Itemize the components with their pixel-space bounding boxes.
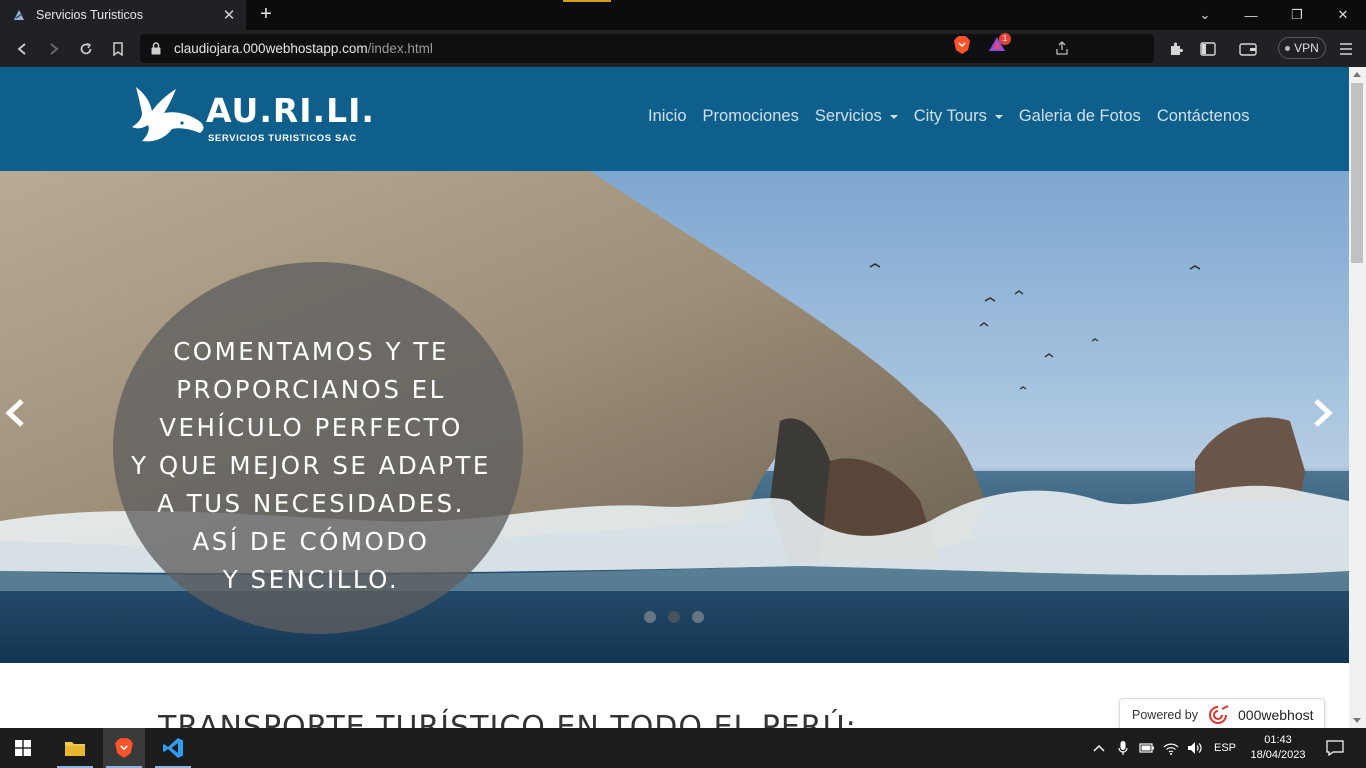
carousel-next-button[interactable] xyxy=(1308,393,1338,433)
nav-inicio[interactable]: Inicio xyxy=(640,107,695,126)
nav-label: Promociones xyxy=(702,107,799,125)
section-heading: TRANSPORTE TURÍSTICO EN TODO EL PERÚ: xyxy=(158,710,857,728)
start-button[interactable] xyxy=(2,728,44,768)
caption-line: ASÍ DE CÓMODO xyxy=(192,527,430,556)
system-clock[interactable]: 01:43 18/04/2023 xyxy=(1243,733,1313,763)
site-header: AU.RI.LI. SERVICIOS TURISTICOS SAC Inici… xyxy=(0,67,1349,171)
microphone-icon[interactable] xyxy=(1111,728,1135,768)
brave-browser-icon xyxy=(115,738,133,758)
wallet-icon[interactable] xyxy=(1236,37,1260,61)
powered-by-label: Powered by xyxy=(1132,708,1199,722)
close-window-button[interactable]: ✕ xyxy=(1320,0,1366,30)
nav-galeria-de-fotos[interactable]: Galeria de Fotos xyxy=(1011,107,1149,126)
url-text: claudiojara.000webhostapp.com/index.html xyxy=(174,41,433,56)
logo-wordmark: AU.RI.LI. xyxy=(206,91,375,130)
battery-icon[interactable] xyxy=(1135,728,1159,768)
chevron-left-icon xyxy=(5,399,24,427)
extensions-icon[interactable] xyxy=(1164,37,1188,61)
tab-close-icon[interactable]: ✕ xyxy=(220,6,238,24)
scroll-up-icon[interactable] xyxy=(1353,72,1361,77)
taskbar-file-explorer[interactable] xyxy=(54,728,96,768)
page-viewport: AU.RI.LI. SERVICIOS TURISTICOS SAC Inici… xyxy=(0,67,1349,728)
show-hidden-icons-icon[interactable] xyxy=(1087,728,1111,768)
browser-tab-strip: Servicios Turisticos ✕ + ⌄ — ❐ ✕ xyxy=(0,0,1366,30)
carousel-indicators xyxy=(644,611,704,623)
carousel-indicator[interactable] xyxy=(644,611,656,623)
nav-label: City Tours xyxy=(913,107,987,125)
nav-contactenos[interactable]: Contáctenos xyxy=(1149,107,1258,126)
nav-label: Contáctenos xyxy=(1156,107,1250,125)
page-scrollbar[interactable] xyxy=(1349,67,1366,728)
powered-by-brand: 000webhost xyxy=(1238,707,1314,723)
brave-shields-icon[interactable] xyxy=(953,35,971,60)
nav-city-tours[interactable]: City Tours xyxy=(906,107,1011,126)
rewards-badge: 1 xyxy=(999,33,1011,45)
caption-line: COMENTAMOS Y TE xyxy=(173,337,449,366)
volume-icon[interactable] xyxy=(1183,728,1207,768)
menu-icon[interactable] xyxy=(1334,37,1358,61)
hero-caption: COMENTAMOS Y TE PROPORCIANOS EL VEHÍCULO… xyxy=(113,333,509,599)
back-icon[interactable] xyxy=(10,37,34,61)
taskbar-vscode[interactable] xyxy=(152,728,194,768)
scroll-down-icon[interactable] xyxy=(1353,718,1361,723)
reload-icon[interactable] xyxy=(74,37,98,61)
000webhost-logo-icon xyxy=(1209,705,1229,724)
site-favicon-icon xyxy=(12,8,26,22)
browser-tab[interactable]: Servicios Turisticos ✕ xyxy=(0,0,246,30)
nav-servicios[interactable]: Servicios xyxy=(807,107,906,126)
caption-line: PROPORCIANOS EL xyxy=(176,375,446,404)
sidebar-icon[interactable] xyxy=(1196,37,1220,61)
caption-line: Y QUE MEJOR SE ADAPTE xyxy=(131,451,491,480)
clock-date: 18/04/2023 xyxy=(1250,749,1306,761)
bookmark-icon[interactable] xyxy=(106,37,130,61)
tab-search-icon[interactable]: ⌄ xyxy=(1182,0,1228,30)
caption-line: Y SENCILLO. xyxy=(222,565,400,594)
taskbar-brave[interactable] xyxy=(103,728,145,768)
nav-promociones[interactable]: Promociones xyxy=(695,107,807,126)
pelican-logo-icon xyxy=(132,87,204,142)
lock-icon xyxy=(150,42,162,60)
wifi-icon[interactable] xyxy=(1159,728,1183,768)
url-path: /index.html xyxy=(367,41,433,56)
caret-down-icon xyxy=(889,114,898,119)
main-navigation: Inicio Promociones Servicios City Tours … xyxy=(640,107,1257,126)
restore-button[interactable]: ❐ xyxy=(1274,0,1320,30)
browser-toolbar: claudiojara.000webhostapp.com/index.html… xyxy=(0,30,1366,67)
vpn-label: VPN xyxy=(1294,41,1319,55)
chevron-right-icon xyxy=(1314,399,1333,427)
system-tray: ESP 01:43 18/04/2023 xyxy=(1087,728,1357,768)
carousel-indicator[interactable] xyxy=(692,611,704,623)
tab-indicator xyxy=(563,0,611,2)
windows-taskbar: ESP 01:43 18/04/2023 xyxy=(0,728,1366,768)
nav-label: Servicios xyxy=(814,107,882,125)
share-icon[interactable] xyxy=(1054,40,1070,61)
site-logo[interactable]: AU.RI.LI. SERVICIOS TURISTICOS SAC xyxy=(130,83,374,145)
hero-carousel: COMENTAMOS Y TE PROPORCIANOS EL VEHÍCULO… xyxy=(0,171,1349,663)
input-language-indicator[interactable]: ESP xyxy=(1207,742,1243,754)
new-tab-button[interactable]: + xyxy=(255,4,277,26)
vscode-icon xyxy=(163,738,183,758)
minimize-button[interactable]: — xyxy=(1228,0,1274,30)
clock-time: 01:43 xyxy=(1264,734,1292,746)
nav-label: Galeria de Fotos xyxy=(1018,107,1141,125)
tab-title: Servicios Turisticos xyxy=(36,8,143,22)
url-host: claudiojara.000webhostapp.com xyxy=(174,41,368,56)
logo-tagline: SERVICIOS TURISTICOS SAC xyxy=(208,133,357,144)
carousel-indicator-active[interactable] xyxy=(668,611,680,623)
caption-line: A TUS NECESIDADES. xyxy=(157,489,465,518)
nav-label: Inicio xyxy=(648,107,687,125)
caption-line: VEHÍCULO PERFECTO xyxy=(159,413,463,442)
powered-by-badge[interactable]: Powered by 000webhost xyxy=(1119,698,1325,728)
windows-logo-icon xyxy=(15,740,31,756)
forward-icon[interactable] xyxy=(42,37,66,61)
folder-icon xyxy=(65,742,85,756)
scroll-thumb[interactable] xyxy=(1351,83,1363,263)
carousel-prev-button[interactable] xyxy=(0,393,30,433)
caret-down-icon xyxy=(994,114,1003,119)
notification-center-icon[interactable] xyxy=(1313,728,1357,768)
vpn-button[interactable]: VPN xyxy=(1278,37,1326,59)
vpn-status-dot xyxy=(1285,45,1291,51)
